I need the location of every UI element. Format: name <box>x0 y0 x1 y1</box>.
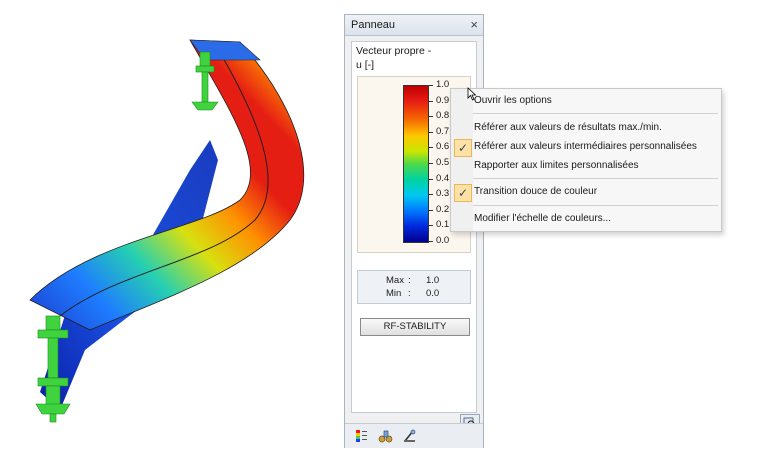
tab-filter[interactable] <box>401 428 419 444</box>
menu-item-refer-custom-values[interactable]: ✓ Référer aux valeurs intermédiaires per… <box>451 137 721 157</box>
beam-flange <box>29 39 305 331</box>
checkmark-icon: ✓ <box>454 184 472 202</box>
menu-separator <box>473 178 718 179</box>
checkmark-icon: ✓ <box>454 139 472 157</box>
panel-title: Panneau <box>351 19 396 31</box>
max-min-box: Max : 1.0 Min : 0.0 <box>357 270 471 304</box>
min-row: Min : 0.0 <box>358 287 470 300</box>
menu-separator <box>473 113 718 114</box>
menu-item-label: Modifier l'échelle de couleurs... <box>474 213 611 224</box>
tab-color-scale[interactable] <box>353 428 371 444</box>
menu-item-open-options[interactable]: Ouvrir les options <box>451 91 721 111</box>
menu-item-smooth-transition[interactable]: ✓ Transition douce de couleur <box>451 182 721 202</box>
max-row: Max : 1.0 <box>358 274 470 287</box>
max-label: Max <box>386 275 404 286</box>
menu-separator <box>473 205 718 206</box>
menu-item-edit-color-scale[interactable]: Modifier l'échelle de couleurs... <box>451 209 721 229</box>
menu-item-label: Ouvrir les options <box>474 95 552 106</box>
panel-tab-bar <box>345 423 483 448</box>
menu-item-label: Rapporter aux limites personnalisées <box>474 160 639 171</box>
model-viewport[interactable] <box>0 0 340 474</box>
legend-tick: 0.0 <box>429 235 469 247</box>
result-unit-label: u [-] <box>356 59 375 71</box>
result-type-label: Vecteur propre - <box>356 45 432 57</box>
menu-item-label: Transition douce de couleur <box>474 186 598 197</box>
color-scale-bar[interactable] <box>403 85 429 243</box>
mouse-cursor-icon <box>467 87 477 101</box>
close-icon[interactable]: × <box>470 17 478 32</box>
filter-icon <box>404 429 416 442</box>
menu-item-label: Référer aux valeurs intermédiaires perso… <box>474 141 697 152</box>
panel-titlebar: Panneau × <box>345 15 483 36</box>
max-value: 1.0 <box>426 275 440 286</box>
max-separator: : <box>408 275 411 286</box>
tab-factors[interactable] <box>377 428 395 444</box>
menu-item-custom-limits[interactable]: Rapporter aux limites personnalisées <box>451 156 721 176</box>
min-label: Min <box>386 288 402 299</box>
factors-icon <box>378 430 393 443</box>
color-scale-icon <box>356 430 367 442</box>
min-separator: : <box>408 288 411 299</box>
rf-stability-button[interactable]: RF-STABILITY <box>360 318 470 336</box>
context-menu: Ouvrir les options Référer aux valeurs d… <box>450 88 722 232</box>
menu-item-refer-max-min[interactable]: Référer aux valeurs de résultats max./mi… <box>451 118 721 138</box>
min-value: 0.0 <box>426 288 440 299</box>
menu-item-label: Référer aux valeurs de résultats max./mi… <box>474 122 662 133</box>
